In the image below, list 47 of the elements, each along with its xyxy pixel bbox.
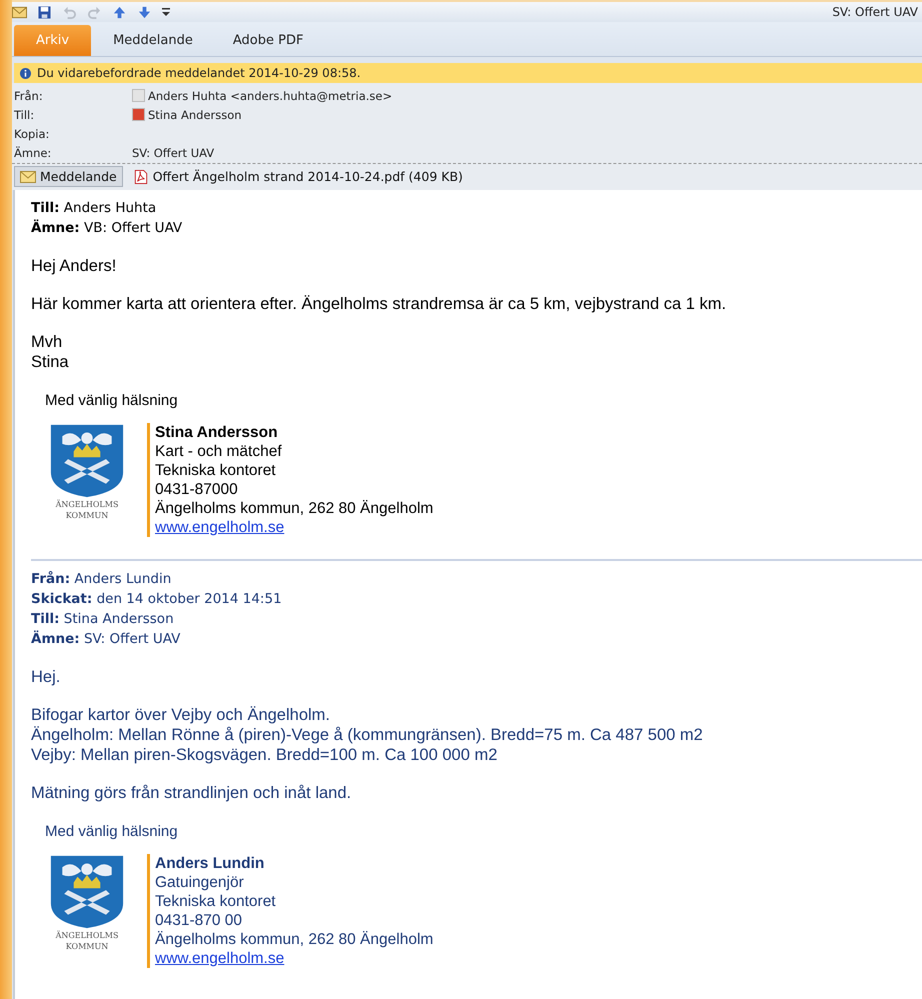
signature-line: Gatuingenjör — [155, 873, 245, 892]
window-title: SV: Offert UAV — [832, 5, 918, 19]
field-value: Anders Huhta <anders.huhta@metria.se> — [148, 88, 392, 102]
down-arrow-icon[interactable] — [137, 6, 152, 18]
info-text: Du vidarebefordrade meddelandet 2014-10-29 08:58. — [37, 66, 361, 80]
signature-name: Stina Andersson — [155, 423, 279, 442]
signature-line: Tekniska kontoret — [155, 892, 277, 911]
field-label: Ämne: — [14, 146, 52, 160]
up-arrow-icon[interactable] — [112, 6, 127, 18]
signature-line: Tekniska kontoret — [155, 461, 277, 480]
website-link[interactable]: www.engelholm.se — [155, 519, 284, 536]
field-value: SV: Offert UAV — [132, 146, 214, 160]
pdf-icon — [132, 170, 149, 184]
paragraph: Här kommer karta att orientera efter. Ängelholms strandremsa är ca 5 km, vejbystrand ca 1 km. — [31, 294, 728, 314]
paragraph: Bifogar kartor över Vejby och Ängelholm. Ängelholm: Mellan Rönne å (piren)-Vege å (kommungränsen). Bredd=75 m. Ca 487 500 m2 Vejby: Mellan piren-Skogsvägen. Bredd=100 m. Ca 100 000 m2 — [31, 705, 704, 765]
paragraph: Mvh Stina — [31, 332, 70, 372]
field-value: Stina Andersson — [148, 108, 242, 122]
website-link[interactable]: www.engelholm.se — [155, 950, 284, 967]
customize-menu-icon[interactable] — [162, 7, 170, 17]
message-button[interactable]: Meddelande — [14, 166, 123, 187]
field-label: Till: — [14, 108, 36, 122]
signature-line: Kart - och mätchef — [155, 442, 283, 461]
paragraph: Hej Anders! — [31, 256, 118, 276]
closing-text: Med vänlig hälsning — [45, 392, 179, 409]
signature-line: Ängelholms kommun, 262 80 Ängelholm — [155, 930, 434, 949]
header-line: Ämne: VB: Offert UAV — [31, 218, 184, 238]
signature-line: Ängelholms kommun, 262 80 Ängelholm — [155, 499, 434, 518]
header-line: Till: Anders Huhta — [31, 199, 158, 218]
header-line: Till: Stina Andersson — [31, 610, 175, 629]
ribbon-tab[interactable]: Meddelande — [95, 25, 211, 56]
signature-name: Anders Lundin — [155, 854, 266, 873]
ribbon-tab[interactable]: Adobe PDF — [214, 25, 322, 56]
header-line: Från: Anders Lundin — [31, 570, 172, 589]
field-label: Kopia: — [14, 126, 50, 140]
attachment-item[interactable]: Offert Ängelholm strand 2014-10-24.pdf (409 KB) — [126, 166, 469, 187]
paragraph: Mätning görs från strandlinjen och inåt land. — [31, 783, 352, 803]
header-line: Ämne: SV: Offert UAV — [31, 630, 182, 649]
envelope-icon — [20, 170, 36, 184]
info-icon — [20, 68, 31, 78]
signature-line: 0431-870 00 — [155, 911, 244, 930]
save-icon[interactable] — [37, 6, 52, 18]
paragraph: Hej. — [31, 667, 62, 687]
signature-line: 0431-87000 — [155, 480, 239, 499]
envelope-icon — [12, 6, 27, 18]
closing-text: Med vänlig hälsning — [45, 823, 179, 840]
header-line: Skickat: den 14 oktober 2014 14:51 — [31, 590, 283, 609]
field-label: Från: — [14, 88, 44, 102]
